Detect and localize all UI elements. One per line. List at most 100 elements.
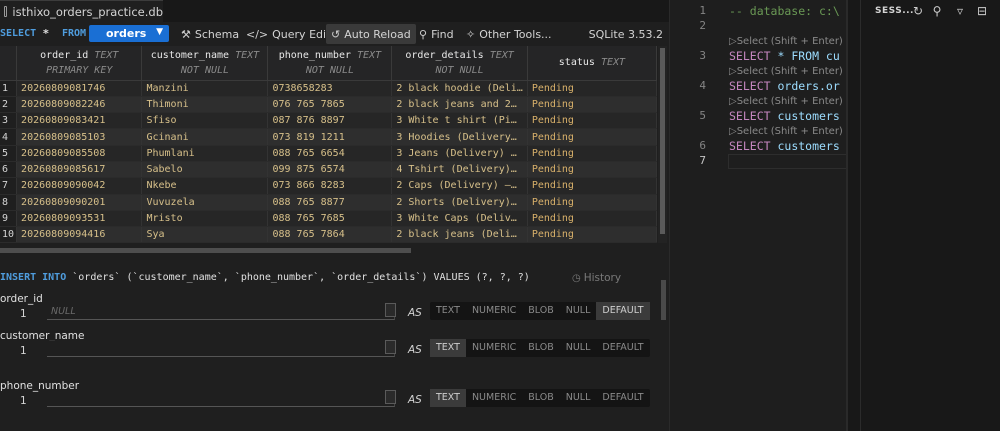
type-option-default[interactable]: DEFAULT [596,389,649,407]
filter-icon[interactable]: ▿ [953,4,967,18]
refresh-icon[interactable]: ↻ [911,4,925,18]
table-cell[interactable]: Sfiso [141,112,269,130]
table-cell[interactable]: 20260809085508 [16,145,143,162]
table-cell[interactable]: 20260809090042 [16,177,143,195]
table-cell[interactable]: 088 765 7864 [267,226,393,243]
type-option-null[interactable]: NULL [560,389,597,407]
table-row[interactable]: 8 20260809090201 Vuvuzela 088 765 8877 2 Sho… [0,194,657,211]
table-cell[interactable]: 20260809082246 [16,96,143,114]
type-option-blob[interactable]: BLOB [522,302,559,320]
table-cell[interactable]: 2 black jeans and 2… [391,96,528,114]
table-cell[interactable]: Phumlani [141,145,269,162]
table-cell[interactable]: 2 black jeans (Deli… [391,226,528,243]
table-cell[interactable]: 2 Caps (Delivery) –… [391,177,528,195]
run-select-codelens[interactable]: ▷Select (Shift + Enter) [729,126,843,137]
tab-database-file[interactable]: isthixo_orders_practice.db [0,0,163,22]
field-value-input[interactable] [47,391,395,407]
table-cell[interactable]: 088 765 8877 [267,194,393,211]
table-cell[interactable]: Nkebe [141,177,269,195]
other-tools-button[interactable]: ✧ Other Tools... [466,24,552,44]
table-row[interactable]: 10 20260809094416 Sya 088 765 7864 2 black j… [0,226,657,243]
type-option-default[interactable]: DEFAULT [596,302,650,320]
table-cell[interactable]: Pending [527,226,657,243]
table-cell[interactable]: 088 765 7685 [267,210,393,228]
table-cell[interactable]: 4 Tshirt (Delivery)… [391,161,528,179]
type-option-text[interactable]: TEXT [430,389,466,407]
table-cell[interactable]: 087 876 8897 [267,112,393,130]
type-option-numeric[interactable]: NUMERIC [466,302,522,320]
table-cell[interactable]: Sya [141,226,269,243]
type-option-numeric[interactable]: NUMERIC [466,339,522,357]
table-cell[interactable]: 2 black hoodie (Deli… [391,80,528,97]
type-option-text[interactable]: TEXT [430,339,466,357]
field-value-input[interactable] [47,341,395,357]
table-cell[interactable]: 099 875 6574 [267,161,393,179]
run-select-codelens[interactable]: ▷Select (Shift + Enter) [729,66,843,77]
collapse-all-icon[interactable]: ⊟ [975,4,989,18]
column-header-customer-name[interactable]: customer_name TEXT NOT NULL [141,46,269,81]
field-value-input[interactable]: NULL [47,304,395,320]
table-cell[interactable]: 073 866 8283 [267,177,393,195]
table-select-dropdown[interactable]: orders ▼ [89,25,169,42]
table-cell[interactable]: Manzini [141,80,269,97]
expand-editor-toggle[interactable] [385,340,396,354]
table-cell[interactable]: Pending [527,210,657,228]
table-cell[interactable]: Gcinani [141,128,269,146]
type-option-default[interactable]: DEFAULT [596,339,649,357]
table-cell[interactable]: Pending [527,96,657,114]
table-row[interactable]: 7 20260809090042 Nkebe 073 866 8283 2 Caps (… [0,177,657,195]
table-row[interactable]: 6 20260809085617 Sabelo 099 875 6574 4 Tshir… [0,161,657,179]
table-cell[interactable]: Pending [527,145,657,162]
table-cell[interactable]: 20260809081746 [16,80,143,97]
table-row[interactable]: 9 20260809093531 Mristo 088 765 7685 3 White… [0,210,657,228]
table-cell[interactable]: Vuvuzela [141,194,269,211]
table-cell[interactable]: Mristo [141,210,269,228]
table-cell[interactable]: 3 Jeans (Delivery) … [391,145,528,162]
run-select-codelens[interactable]: ▷Select (Shift + Enter) [729,36,843,47]
expand-editor-toggle[interactable] [385,390,396,404]
table-row[interactable]: 3 20260809083421 Sfiso 087 876 8897 3 White … [0,112,657,130]
type-option-numeric[interactable]: NUMERIC [466,389,522,407]
table-cell[interactable]: 20260809083421 [16,112,143,130]
type-option-blob[interactable]: BLOB [522,339,559,357]
type-option-null[interactable]: NULL [560,302,597,320]
table-cell[interactable]: Pending [527,161,657,179]
table-cell[interactable]: Pending [527,194,657,211]
table-row[interactable]: 4 20260809085103 Gcinani 073 819 1211 3 Hood… [0,128,657,146]
column-header-order-details[interactable]: order_details TEXT NOT NULL [391,46,528,81]
search-icon[interactable]: ⚲ [930,4,944,18]
table-cell[interactable]: Pending [527,112,657,130]
scrollbar-thumb[interactable] [0,248,411,253]
table-cell[interactable]: Pending [527,177,657,195]
table-cell[interactable]: 3 White t shirt (Pi… [391,112,528,130]
scrollbar-thumb[interactable] [660,48,665,234]
table-cell[interactable]: 3 Hoodies (Delivery… [391,128,528,146]
grid-vertical-scrollbar[interactable] [658,46,667,243]
schema-button[interactable]: ⚒ Schema [181,24,239,44]
sql-editor[interactable]: 1 -- database: c:\ 2 ▷Select (Shift + Enter… [669,0,848,431]
table-cell[interactable]: 3 White Caps (Deliv… [391,210,528,228]
type-option-null[interactable]: NULL [560,339,597,357]
history-button[interactable]: ◷ History [572,272,621,284]
table-cell[interactable]: Thimoni [141,96,269,114]
table-cell[interactable]: 088 765 6654 [267,145,393,162]
run-select-codelens[interactable]: ▷Select (Shift + Enter) [729,96,843,107]
expand-editor-toggle[interactable] [385,303,396,317]
grid-horizontal-scrollbar[interactable] [0,246,657,254]
type-option-blob[interactable]: BLOB [522,389,559,407]
scrollbar-thumb[interactable] [661,280,666,320]
table-cell[interactable]: 073 819 1211 [267,128,393,146]
table-cell[interactable]: 20260809090201 [16,194,143,211]
type-option-text[interactable]: TEXT [430,302,466,320]
table-cell[interactable]: 2 Shorts (Delivery)… [391,194,528,211]
column-header-order-id[interactable]: order_id TEXT PRIMARY KEY [16,46,143,81]
find-button[interactable]: ⚲ Find [419,24,454,44]
table-cell[interactable]: 20260809085103 [16,128,143,146]
table-cell[interactable]: Sabelo [141,161,269,179]
table-cell[interactable]: 0738658283 [267,80,393,97]
table-cell[interactable]: 076 765 7865 [267,96,393,114]
table-row[interactable]: 2 20260809082246 Thimoni 076 765 7865 2 blac… [0,96,657,114]
auto-reload-button[interactable]: ↺ Auto Reload [326,24,416,44]
table-row[interactable]: 5 20260809085508 Phumlani 088 765 6654 3 Jea… [0,145,657,162]
table-cell[interactable]: 20260809093531 [16,210,143,228]
